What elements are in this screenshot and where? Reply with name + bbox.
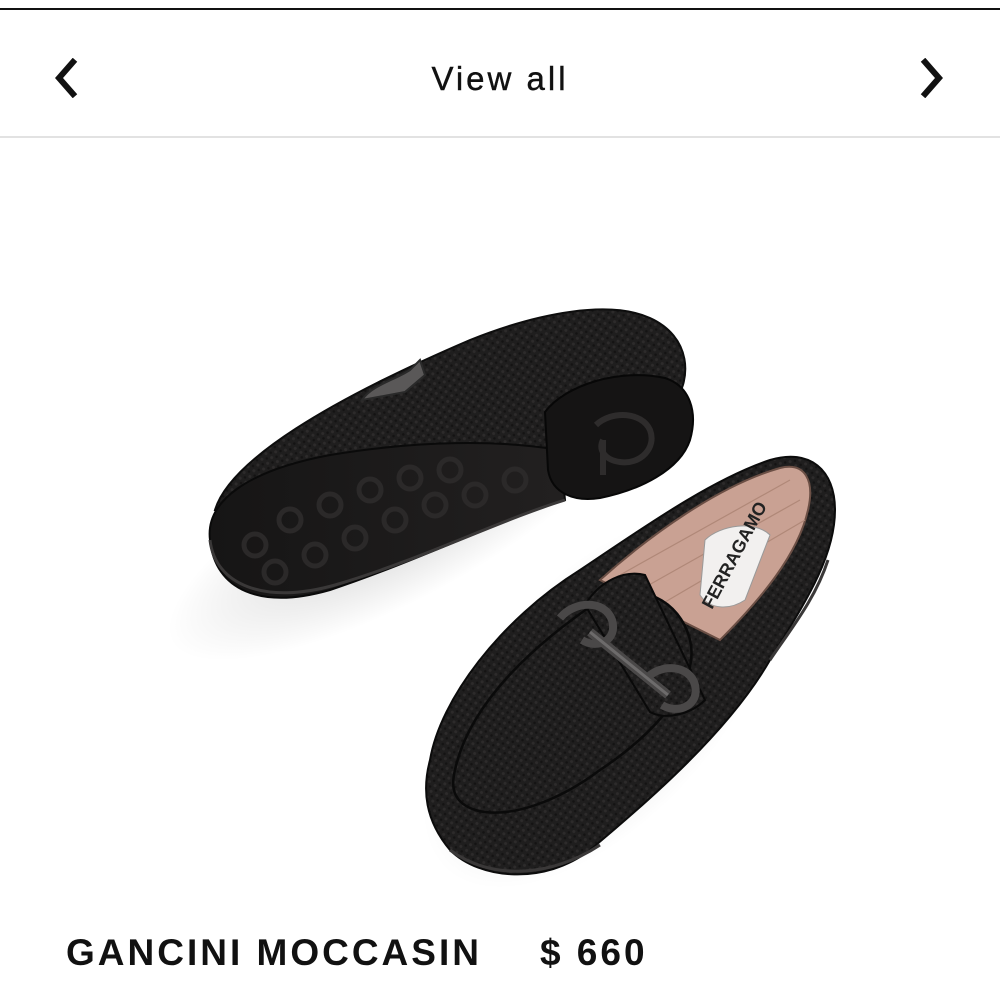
view-all-link[interactable]: View all (0, 60, 1000, 98)
product-name[interactable]: GANCINI MOCCASIN (66, 932, 482, 974)
product-price: $ 660 (539, 932, 648, 973)
top-border (0, 0, 1000, 10)
product-image[interactable]: FERRAGAMO (0, 140, 1000, 910)
product-detail-screen: View all FERRAGAMO GANCINI MOCCASIN $ 66… (0, 0, 1000, 1000)
product-info: GANCINI MOCCASIN $ 660 (66, 928, 648, 978)
header-bar: View all (0, 12, 1000, 138)
chevron-right-icon (920, 58, 943, 98)
next-button[interactable] (910, 56, 954, 100)
